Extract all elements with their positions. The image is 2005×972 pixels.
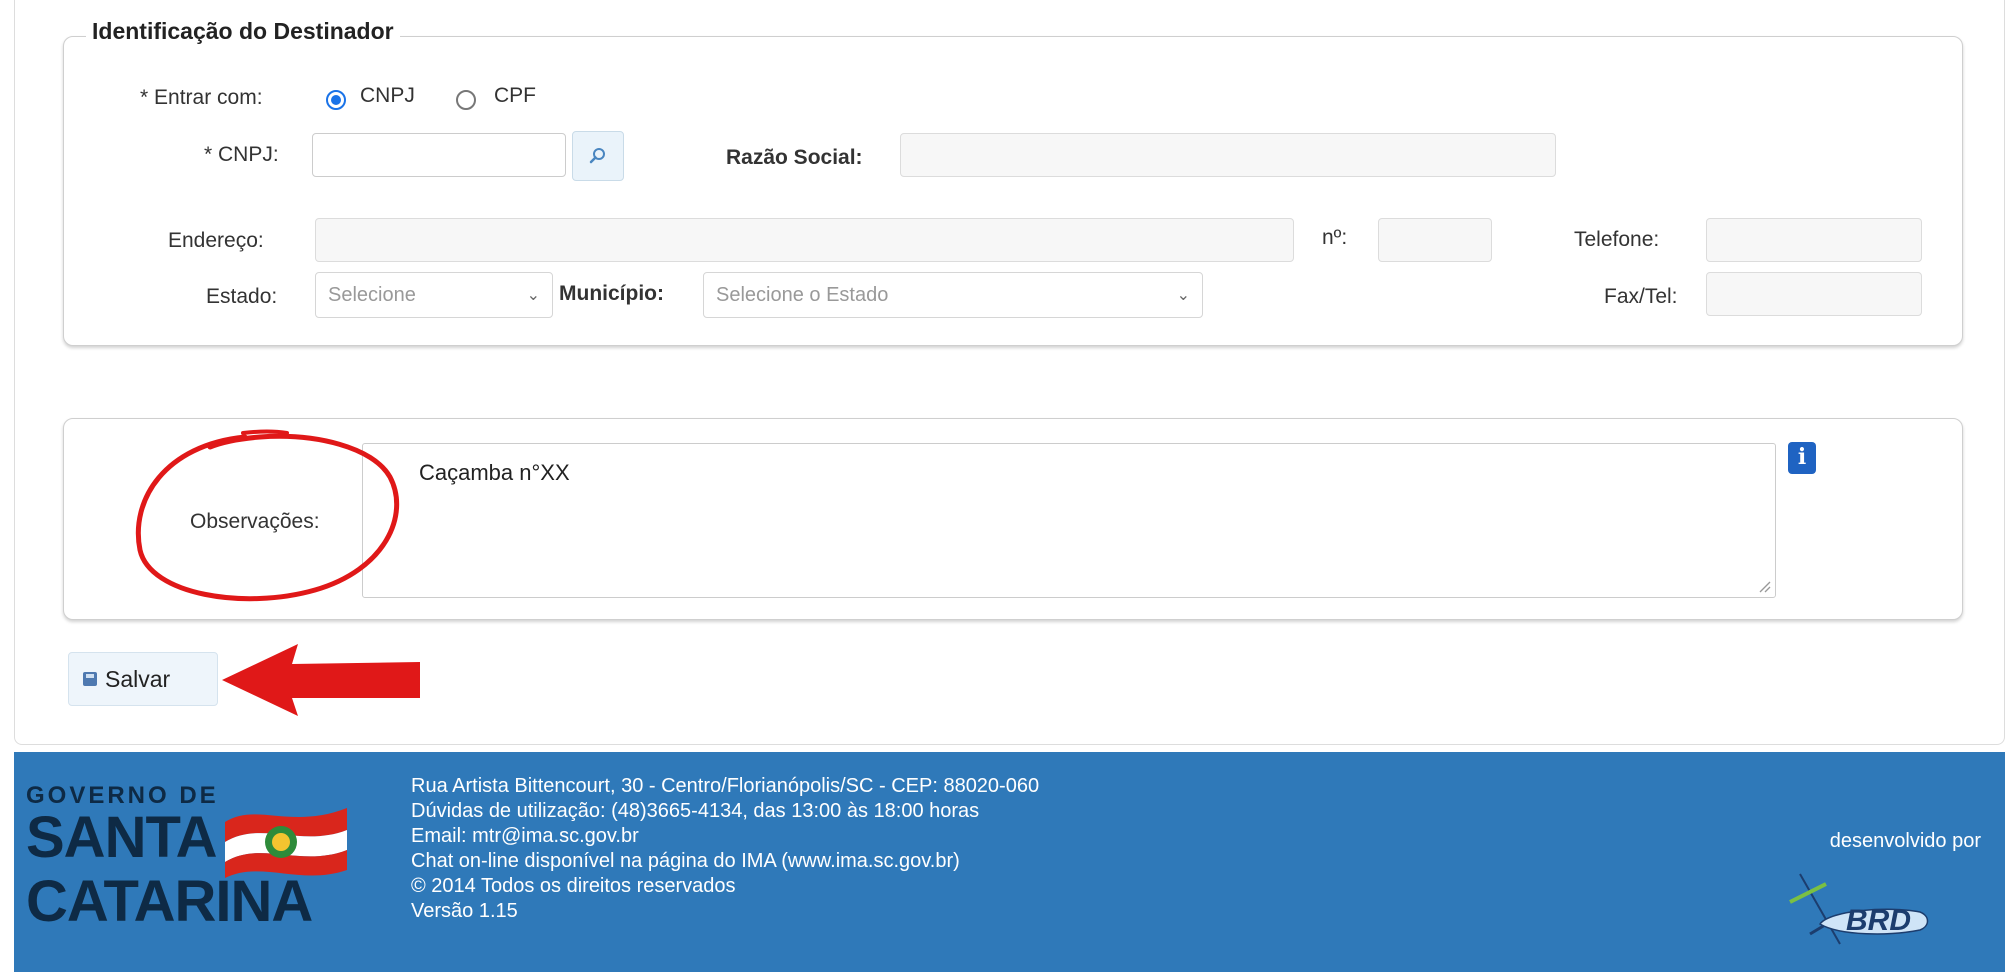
numero-input[interactable]	[1378, 218, 1492, 262]
estado-selected-value: Selecione	[328, 283, 416, 306]
radio-cnpj[interactable]	[326, 90, 346, 110]
footer-version: Versão 1.15	[411, 900, 518, 922]
chevron-down-icon: ⌄	[1176, 287, 1190, 304]
footer-help: Dúvidas de utilização: (48)3665-4134, da…	[411, 800, 980, 822]
destinador-legend: Identificação do Destinador	[86, 18, 400, 45]
info-icon[interactable]: i	[1788, 442, 1816, 474]
cnpj-input[interactable]	[312, 133, 566, 177]
annotation-arrow	[222, 644, 420, 716]
footer-info: Rua Artista Bittencourt, 30 - Centro/Flo…	[411, 774, 1039, 924]
radio-cpf[interactable]	[456, 90, 476, 110]
footer: GOVERNO DE SANTA CATARINA Rua Artista Bi…	[14, 752, 2005, 972]
developed-by-label: desenvolvido por	[1829, 830, 1981, 852]
footer-chat[interactable]: Chat on-line disponível na página do IMA…	[411, 849, 1039, 874]
telefone-label: Telefone:	[1574, 228, 1660, 251]
annotation-circle	[135, 429, 400, 602]
chevron-down-icon: ⌄	[526, 287, 540, 304]
save-disk-icon	[83, 672, 97, 686]
endereco-input[interactable]	[315, 218, 1294, 262]
cnpj-label: * CNPJ:	[204, 143, 279, 166]
brd-logo: BRD	[1789, 873, 1929, 945]
observacoes-textarea[interactable]: Caçamba n°XX	[362, 443, 1776, 598]
fax-label: Fax/Tel:	[1604, 285, 1678, 308]
logo-line-3: CATARINA	[26, 869, 313, 934]
razao-social-input[interactable]	[900, 133, 1556, 177]
numero-label: nº:	[1322, 226, 1348, 249]
save-button[interactable]: Salvar	[68, 652, 218, 706]
search-icon	[589, 148, 605, 164]
estado-select[interactable]: Selecione ⌄	[315, 272, 553, 318]
radio-cpf-label[interactable]: CPF	[494, 84, 536, 108]
resize-grip-icon[interactable]	[1757, 579, 1771, 593]
telefone-input[interactable]	[1706, 218, 1922, 262]
municipio-select[interactable]: Selecione o Estado ⌄	[703, 272, 1203, 318]
cnpj-search-button[interactable]	[572, 131, 624, 181]
entrar-com-label: * Entrar com:	[140, 86, 263, 109]
fax-input[interactable]	[1706, 272, 1922, 316]
endereco-label: Endereço:	[168, 229, 264, 252]
save-button-label: Salvar	[105, 665, 171, 692]
brd-logo-text: BRD	[1846, 904, 1911, 937]
radio-cnpj-label[interactable]: CNPJ	[360, 84, 415, 108]
logo-line-2: SANTA	[26, 805, 217, 870]
footer-email[interactable]: Email: mtr@ima.sc.gov.br	[411, 824, 1039, 849]
razao-social-label: Razão Social:	[726, 146, 863, 169]
estado-label: Estado:	[206, 285, 278, 308]
footer-copyright: © 2014 Todos os direitos reservados	[411, 875, 736, 897]
santa-catarina-flag-icon	[225, 808, 347, 878]
municipio-selected-value: Selecione o Estado	[716, 283, 889, 306]
municipio-label: Município:	[559, 282, 664, 305]
footer-address: Rua Artista Bittencourt, 30 - Centro/Flo…	[411, 775, 1040, 797]
observacoes-value: Caçamba n°XX	[419, 460, 570, 485]
governo-sc-logo: GOVERNO DE SANTA CATARINA	[26, 782, 356, 962]
